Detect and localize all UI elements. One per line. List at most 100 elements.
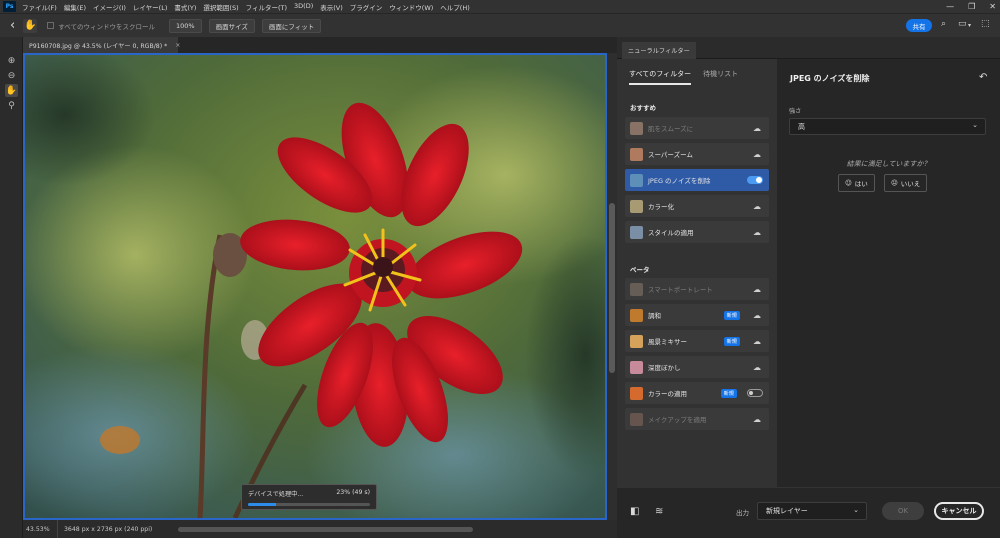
hand-tool-icon[interactable]: ✋ <box>23 18 38 33</box>
filter-thumbnail <box>630 412 643 426</box>
fill-screen-button[interactable]: 画面にフィット <box>261 18 322 33</box>
cloud-download-icon[interactable]: ☁ <box>750 202 764 211</box>
menu-item[interactable]: ウィンドウ(W) <box>389 2 433 12</box>
filter-toggle[interactable] <box>747 176 763 184</box>
menu-bar: Ps ファイル(F) 編集(E) イメージ(I) レイヤー(L) 書式(Y) 選択範囲(S… <box>0 0 1000 13</box>
share-button[interactable]: 共有 <box>906 19 932 32</box>
cancel-button[interactable]: キャンセル <box>934 502 984 520</box>
menu-item[interactable]: レイヤー(L) <box>133 2 168 12</box>
menu-item[interactable]: イメージ(I) <box>93 2 126 12</box>
menu-item[interactable]: ヘルプ(H) <box>440 2 469 12</box>
output-value: 新規レイヤー <box>766 507 808 515</box>
neural-filter-footer: ◧ ≋ 出力 新規レイヤー ⌄ OK キャンセル <box>617 487 1000 538</box>
vertical-scrollbar-thumb[interactable] <box>609 203 615 373</box>
strength-select[interactable]: 高 ⌄ <box>789 118 986 135</box>
zoom-in-icon[interactable]: ⊕ <box>5 54 18 67</box>
menu-item[interactable]: 選択範囲(S) <box>203 2 238 12</box>
filter-item[interactable]: スマートポートレート ☁ <box>625 278 769 300</box>
filter-item[interactable]: 肌をスムーズに ☁ <box>625 117 769 139</box>
filter-thumbnail <box>630 360 643 374</box>
chevron-down-icon: ⌄ <box>853 506 859 514</box>
filter-thumbnail <box>630 225 643 239</box>
new-badge: 新規 <box>720 388 737 398</box>
filter-item[interactable]: 調和 新規 ☁ <box>625 304 769 326</box>
zoom-tool-icon[interactable]: ⚲ <box>5 99 18 112</box>
window-controls: — ❐ ✕ <box>946 0 996 13</box>
document-title: P9160708.jpg @ 43.5% (レイヤー 0, RGB/8) * <box>29 42 168 50</box>
ok-button[interactable]: OK <box>882 502 924 520</box>
feedback-yes-button[interactable]: ☺ はい <box>838 174 875 192</box>
menu-item[interactable]: 3D(D) <box>294 2 313 12</box>
filter-item[interactable]: スーパーズーム ☁ <box>625 143 769 165</box>
checkbox-box[interactable] <box>47 22 55 29</box>
filter-label: スーパーズーム <box>648 151 693 159</box>
filter-item[interactable]: カラー化 ☁ <box>625 195 769 217</box>
menu-item[interactable]: プラグイン <box>350 2 383 12</box>
filter-thumbnail <box>630 199 643 213</box>
tab-wait-list[interactable]: 待機リスト <box>703 69 738 85</box>
close-icon[interactable]: ✕ <box>989 2 996 11</box>
processing-progress: デバイスで処理中... 23% (49 s) <box>241 484 377 510</box>
smile-icon: ☺ <box>845 179 852 187</box>
zoom-level[interactable]: 43.53% <box>23 526 57 533</box>
fit-screen-button[interactable]: 画面サイズ <box>208 18 255 33</box>
chevron-left-icon[interactable]: ‹ <box>10 18 15 33</box>
horizontal-scrollbar-thumb[interactable] <box>178 527 473 532</box>
cloud-download-icon[interactable]: ☁ <box>750 415 764 424</box>
filter-toggle[interactable] <box>747 389 763 397</box>
output-select[interactable]: 新規レイヤー ⌄ <box>757 502 867 520</box>
before-after-icon[interactable]: ◧ <box>630 506 639 517</box>
restore-icon[interactable]: ❐ <box>968 2 975 11</box>
cloud-download-icon[interactable]: ☁ <box>750 124 764 133</box>
close-document-icon[interactable]: × <box>175 42 180 49</box>
filter-label: カラー化 <box>648 203 674 211</box>
reset-icon[interactable]: ↶ <box>979 72 987 83</box>
workspace-icon[interactable]: ▭ <box>958 19 967 29</box>
menu-item[interactable]: 編集(E) <box>64 2 86 12</box>
filter-label: スタイルの適用 <box>648 229 694 237</box>
strength-label: 強さ <box>789 108 802 115</box>
new-badge: 新規 <box>723 310 740 320</box>
document-size: 3648 px x 2736 px (240 ppi) <box>57 520 152 538</box>
cloud-download-icon[interactable]: ☁ <box>750 285 764 294</box>
filter-item[interactable]: 深度ぼかし ☁ <box>625 356 769 378</box>
menu-item[interactable]: フィルター(T) <box>246 2 287 12</box>
document-tab[interactable]: P9160708.jpg @ 43.5% (レイヤー 0, RGB/8) * × <box>23 37 180 53</box>
cloud-download-icon[interactable]: ☁ <box>750 150 764 159</box>
cloud-download-icon[interactable]: ☁ <box>750 311 764 320</box>
filter-thumbnail <box>630 386 643 400</box>
cloud-download-icon[interactable]: ☁ <box>750 337 764 346</box>
tab-neural-filters[interactable]: ニューラルフィルター <box>622 42 696 59</box>
zoom-100-button[interactable]: 100% <box>169 18 202 33</box>
zoom-out-icon[interactable]: ⊖ <box>5 69 18 82</box>
filter-item[interactable]: メイクアップを適用 ☁ <box>625 408 769 430</box>
hand-icon[interactable]: ✋ <box>5 84 18 97</box>
minimize-icon[interactable]: — <box>946 2 954 11</box>
photoshop-logo: Ps <box>3 1 16 12</box>
filter-item[interactable]: カラーの適用 新規 <box>625 382 769 404</box>
scroll-all-windows-checkbox[interactable]: すべてのウィンドウをスクロール <box>47 21 155 31</box>
progress-label: デバイスで処理中... <box>248 491 304 498</box>
filter-item[interactable]: スタイルの適用 ☁ <box>625 221 769 243</box>
filter-label: 肌をスムーズに <box>648 125 694 133</box>
filter-item[interactable]: 風景ミキサー 新規 ☁ <box>625 330 769 352</box>
menu-item[interactable]: 書式(Y) <box>174 2 196 12</box>
cloud-download-icon[interactable]: ☁ <box>750 363 764 372</box>
progress-value: 23% (49 s) <box>336 489 370 496</box>
detail-title: JPEG のノイズを削除 <box>790 74 870 83</box>
menu-item[interactable]: 表示(V) <box>320 2 343 12</box>
layers-icon[interactable]: ≋ <box>655 506 663 517</box>
share-document-icon[interactable]: ⬚ <box>981 19 990 29</box>
canvas[interactable] <box>23 53 607 520</box>
tools-panel: ⊕ ⊖ ✋ ⚲ <box>0 37 23 538</box>
filter-thumbnail <box>630 308 643 322</box>
tab-all-filters[interactable]: すべてのフィルター <box>629 69 692 85</box>
feedback-no-button[interactable]: ☹ いいえ <box>884 174 928 192</box>
menu-item[interactable]: ファイル(F) <box>22 2 57 12</box>
chevron-down-icon[interactable]: ▾ <box>968 22 971 29</box>
vertical-scrollbar[interactable] <box>607 53 617 520</box>
filter-item[interactable]: JPEG のノイズを削除 <box>625 169 769 191</box>
filter-label: 深度ぼかし <box>648 364 681 372</box>
cloud-download-icon[interactable]: ☁ <box>750 228 764 237</box>
search-icon[interactable]: ⌕ <box>941 19 946 29</box>
